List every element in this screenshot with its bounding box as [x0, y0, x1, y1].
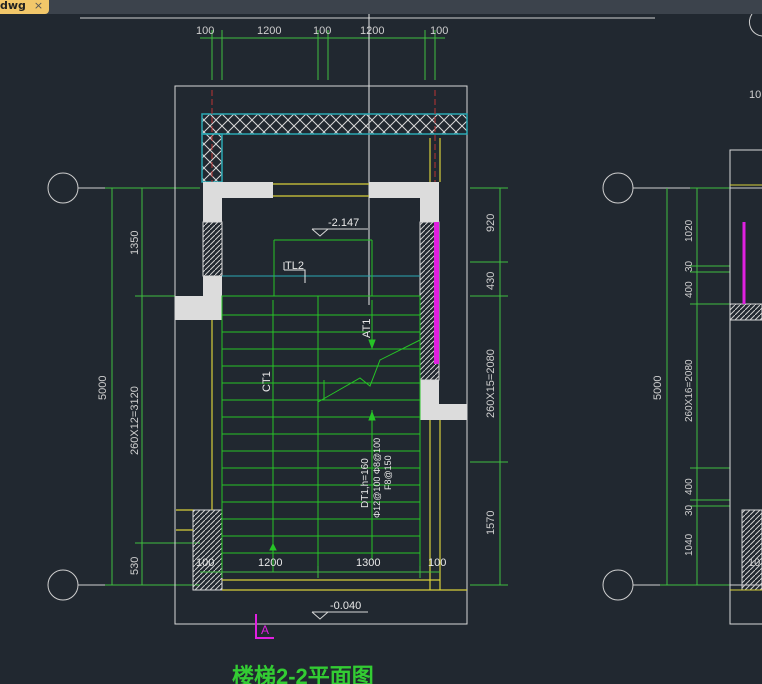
hatched-walls [192, 221, 440, 591]
section-mark-a: A [255, 614, 274, 639]
cyan-lines [222, 275, 420, 297]
bottom-dim-1: 100 [196, 557, 214, 569]
magenta-wall-strip [434, 222, 439, 364]
right-dim-2: 430 [485, 272, 497, 290]
right-total-dim: 5000 [652, 376, 664, 400]
top-dim-1: 100 [196, 25, 214, 37]
drawing-title: 楼梯2-2平面图 [232, 664, 374, 684]
bottom-dim-2: 1200 [258, 557, 282, 569]
axis-lines [211, 90, 436, 182]
right-drawing-partial [602, 14, 762, 625]
right-dim-f: 30 [684, 504, 695, 516]
ct-label: CT1 [261, 371, 273, 392]
level-lower: -0.040 [311, 600, 368, 620]
top-dim-2: 1200 [257, 25, 281, 37]
bottom-dim-3: 1300 [356, 557, 380, 569]
left-dim-upper: 1350 [129, 231, 141, 255]
right-dim-4: 1570 [485, 511, 497, 535]
top-dim-3: 100 [313, 25, 331, 37]
right-dim-1: 920 [485, 214, 497, 232]
left-dim-lower: 530 [129, 557, 141, 575]
level-upper-text: -2.147 [328, 217, 359, 229]
left-dimension-chain [105, 187, 200, 586]
drawing-canvas[interactable]: 100 1200 100 1200 100 5000 1350 260X12=3… [0, 14, 762, 684]
right-dim-g: 1040 [684, 533, 695, 556]
file-tab-label: dwg [0, 0, 26, 12]
top-dim-4: 1200 [360, 25, 384, 37]
bottom-dim-4: 100 [428, 557, 446, 569]
right-dim-d: 260X16=2080 [684, 359, 695, 422]
level-upper: -2.147 [311, 217, 368, 237]
right-corner-dim: 10 [748, 557, 760, 569]
right-dim-b: 30 [684, 260, 695, 272]
top-dimension-chain [200, 30, 445, 80]
tab-bar: dwg × [0, 0, 762, 14]
beam-label: DT1,h=160 [360, 458, 371, 508]
insulation-band [201, 113, 468, 183]
at-label: AT1 [361, 319, 373, 338]
file-tab[interactable]: dwg × [0, 0, 50, 14]
beam-reinf-2: F8@150 [383, 455, 393, 490]
bottom-dim-line [200, 566, 440, 578]
right-dim-c: 400 [684, 281, 695, 298]
beam-reinf-1: Φ12@100 Φ8@100 [372, 438, 382, 518]
top-dim-5: 100 [430, 25, 448, 37]
close-icon[interactable]: × [34, 0, 43, 12]
right-dim-3: 260X15=2080 [485, 349, 497, 418]
left-dim-middle: 260X12=3120 [129, 386, 141, 455]
stair-flight [221, 239, 421, 573]
right-dim-e: 400 [684, 478, 695, 495]
section-mark-label: A [261, 623, 269, 637]
left-dim-total: 5000 [97, 376, 109, 400]
level-lower-text: -0.040 [330, 600, 361, 612]
right-dim-a: 1020 [684, 219, 695, 242]
right-top-dim: 10 [749, 89, 761, 101]
up-arrows [269, 300, 376, 572]
